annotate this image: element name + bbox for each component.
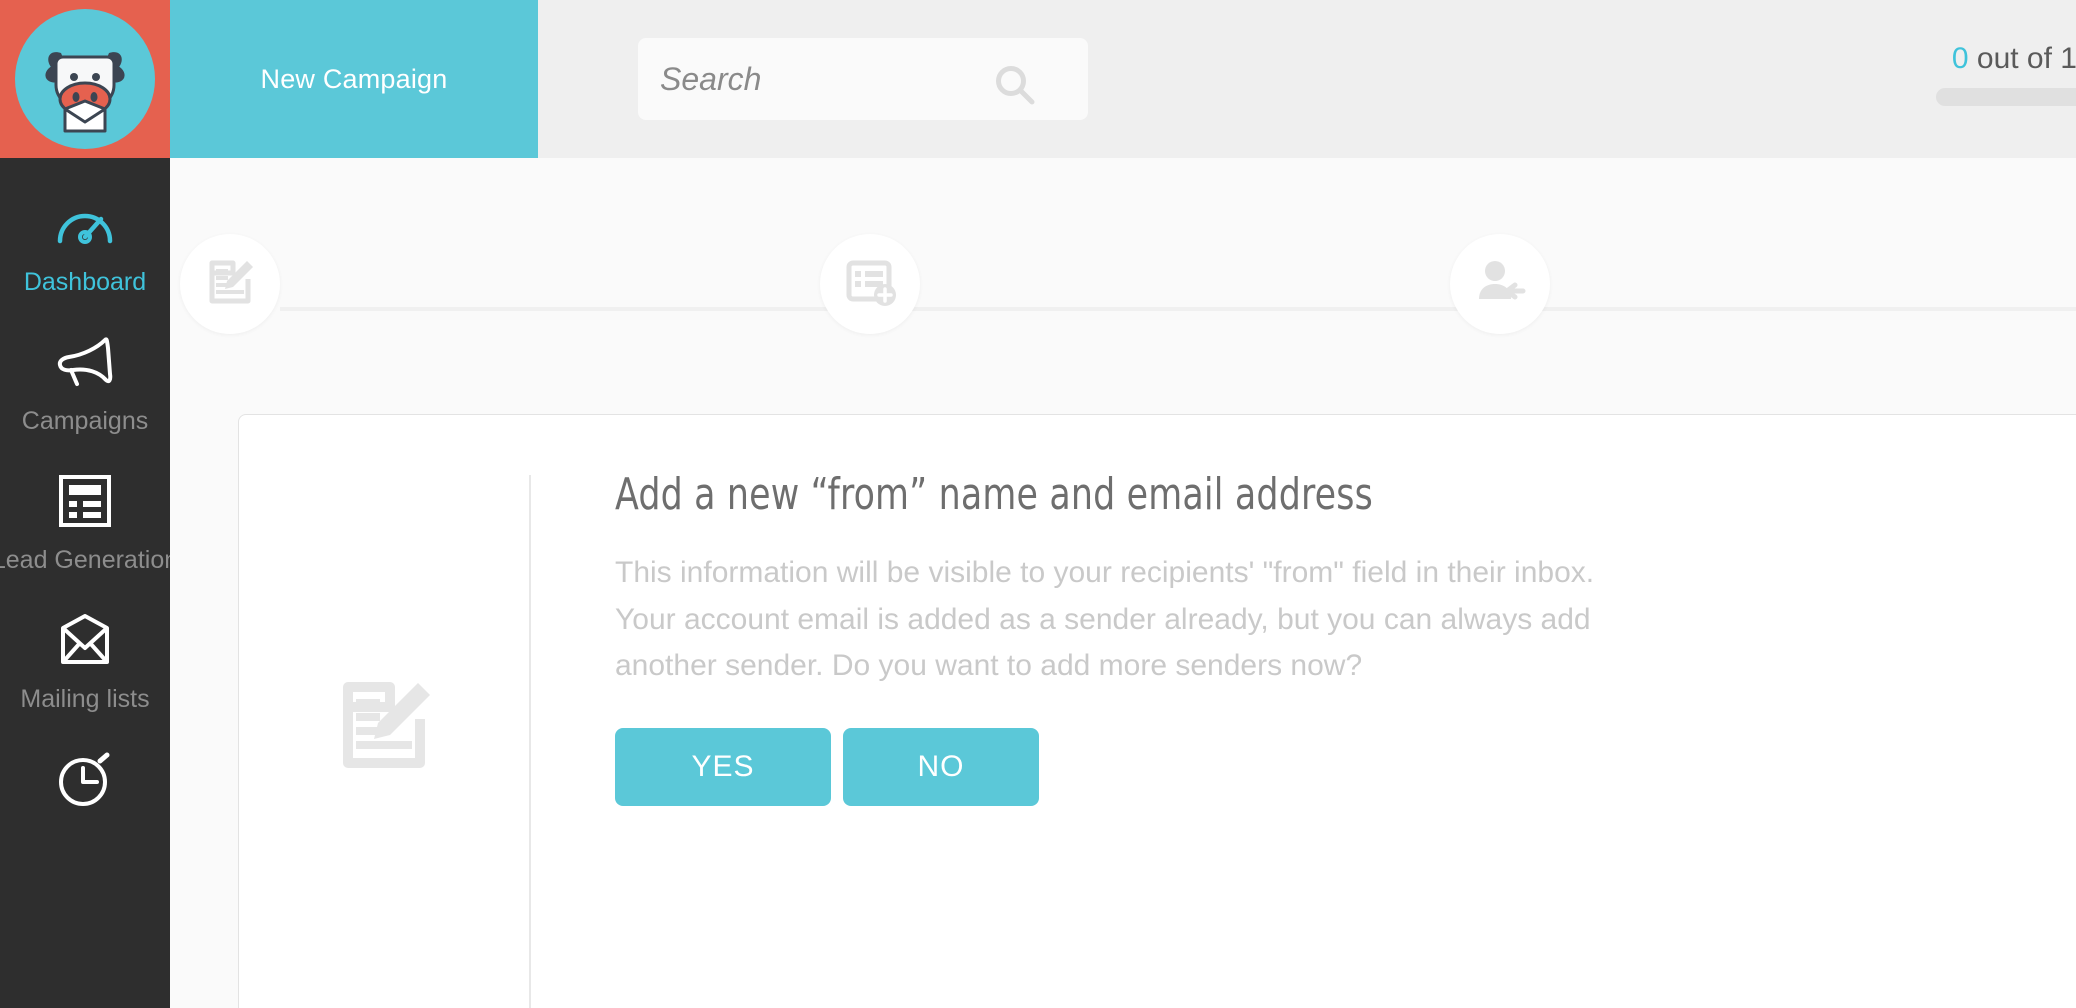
campaign-stepper	[170, 158, 2076, 334]
stepper-connector	[1550, 307, 2076, 311]
megaphone-icon	[53, 331, 117, 393]
sidebar-item-label: Campaigns	[21, 407, 149, 435]
document-pen-icon	[203, 255, 257, 314]
yes-button[interactable]: YES	[615, 727, 831, 806]
sidebar-item-lead-generation[interactable]: Lead Generation	[0, 436, 178, 575]
main-content: Add a new “from” name and email address …	[170, 158, 2076, 1008]
form-list-icon	[57, 470, 113, 532]
step-recipients[interactable]	[1450, 234, 1550, 334]
list-plus-icon	[843, 255, 897, 314]
document-pen-icon	[330, 671, 438, 784]
card-actions: YES NO	[615, 727, 1635, 806]
envelope-icon	[57, 609, 113, 671]
gauge-icon	[54, 192, 116, 254]
no-button[interactable]: NO	[843, 727, 1039, 806]
sidebar: Dashboard Campaigns Lead Generation Mail…	[0, 158, 178, 1008]
cow-envelope-logo-icon	[15, 9, 155, 149]
stopwatch-icon	[55, 748, 115, 810]
search-box[interactable]	[638, 38, 1088, 120]
search-icon[interactable]	[992, 62, 1038, 113]
sidebar-item-dashboard[interactable]: Dashboard	[0, 158, 170, 297]
app-logo[interactable]	[0, 0, 170, 158]
person-import-icon	[1473, 255, 1527, 314]
step-add-list[interactable]	[820, 234, 920, 334]
new-campaign-label: New Campaign	[260, 63, 448, 94]
quota-suffix: out of 1,0	[1976, 42, 2076, 75]
search-input[interactable]	[638, 38, 988, 120]
sidebar-item-scheduler[interactable]	[0, 714, 170, 824]
quota-progress-bar	[1936, 88, 2076, 106]
quota-count: 0	[1951, 42, 1969, 75]
sidebar-item-label: Dashboard	[23, 268, 147, 296]
sidebar-item-mailing-lists[interactable]: Mailing lists	[0, 575, 170, 714]
top-bar: New Campaign 0 out of 1,0	[0, 0, 2076, 158]
sidebar-item-label: Lead Generation	[0, 546, 179, 574]
quota-counter: 0 out of 1,0	[1952, 42, 2076, 76]
page-title: Add a new “from” name and email address	[615, 469, 1373, 520]
card-illustration	[239, 415, 529, 1008]
new-campaign-button[interactable]: New Campaign	[170, 0, 538, 158]
sidebar-item-campaigns[interactable]: Campaigns	[0, 297, 170, 436]
sidebar-item-label: Mailing lists	[20, 685, 150, 713]
step-compose[interactable]	[180, 234, 280, 334]
card-description: This information will be visible to your…	[615, 556, 1595, 682]
app-root: New Campaign 0 out of 1,0	[0, 0, 2076, 1008]
sender-setup-card: Add a new “from” name and email address …	[238, 414, 2076, 1008]
